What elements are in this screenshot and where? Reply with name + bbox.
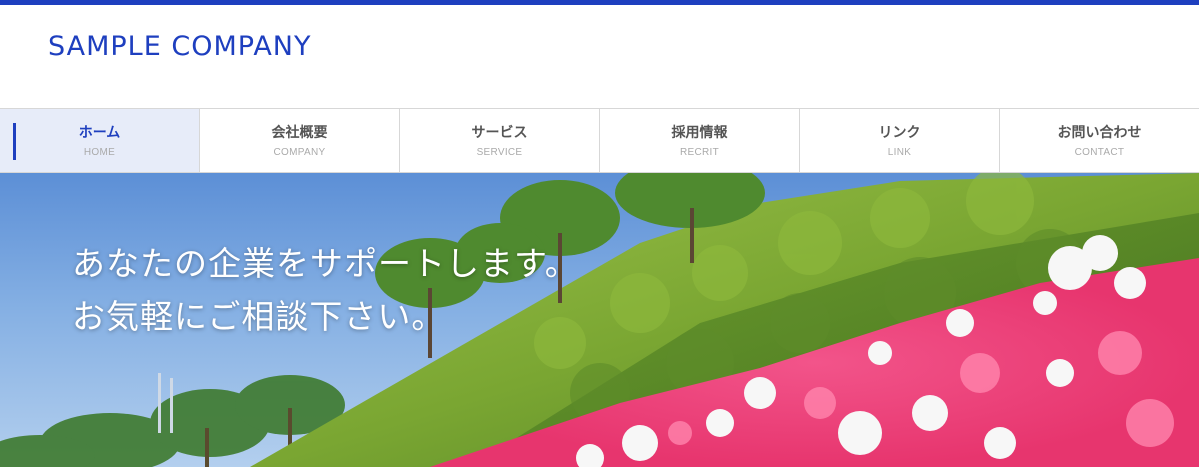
nav-item-sublabel: HOME [83,146,116,158]
site-header: SAMPLE COMPANY [0,5,1199,108]
nav-item-service[interactable]: サービス SERVICE [400,109,600,172]
nav-item-label: リンク [878,124,921,141]
nav-item-sublabel: SERVICE [476,146,523,158]
hero-headline: あなたの企業をサポートします。 お気軽にご相談下さい。 [72,237,579,343]
site-logo[interactable]: SAMPLE COMPANY [48,31,312,62]
nav-item-contact[interactable]: お問い合わせ CONTACT [1000,109,1199,172]
nav-item-sublabel: RECRIT [679,146,720,158]
nav-item-sublabel: LINK [887,146,912,158]
nav-item-recruit[interactable]: 採用情報 RECRIT [600,109,800,172]
nav-item-home[interactable]: ホーム HOME [0,109,200,172]
nav-item-label: ホーム [78,124,121,141]
main-nav: ホーム HOME 会社概要 COMPANY サービス SERVICE 採用情報 … [0,108,1199,173]
nav-item-label: 会社概要 [271,124,328,141]
hero-line-2: お気軽にご相談下さい。 [72,297,446,336]
hero-banner: あなたの企業をサポートします。 お気軽にご相談下さい。 [0,173,1199,467]
nav-item-label: お問い合わせ [1057,124,1142,141]
nav-item-company[interactable]: 会社概要 COMPANY [200,109,400,172]
nav-item-sublabel: CONTACT [1074,146,1125,158]
nav-item-sublabel: COMPANY [273,146,326,158]
nav-item-label: 採用情報 [671,124,728,141]
nav-item-label: サービス [471,124,528,141]
nav-item-link[interactable]: リンク LINK [800,109,1000,172]
hero-line-1: あなたの企業をサポートします。 [72,244,579,283]
